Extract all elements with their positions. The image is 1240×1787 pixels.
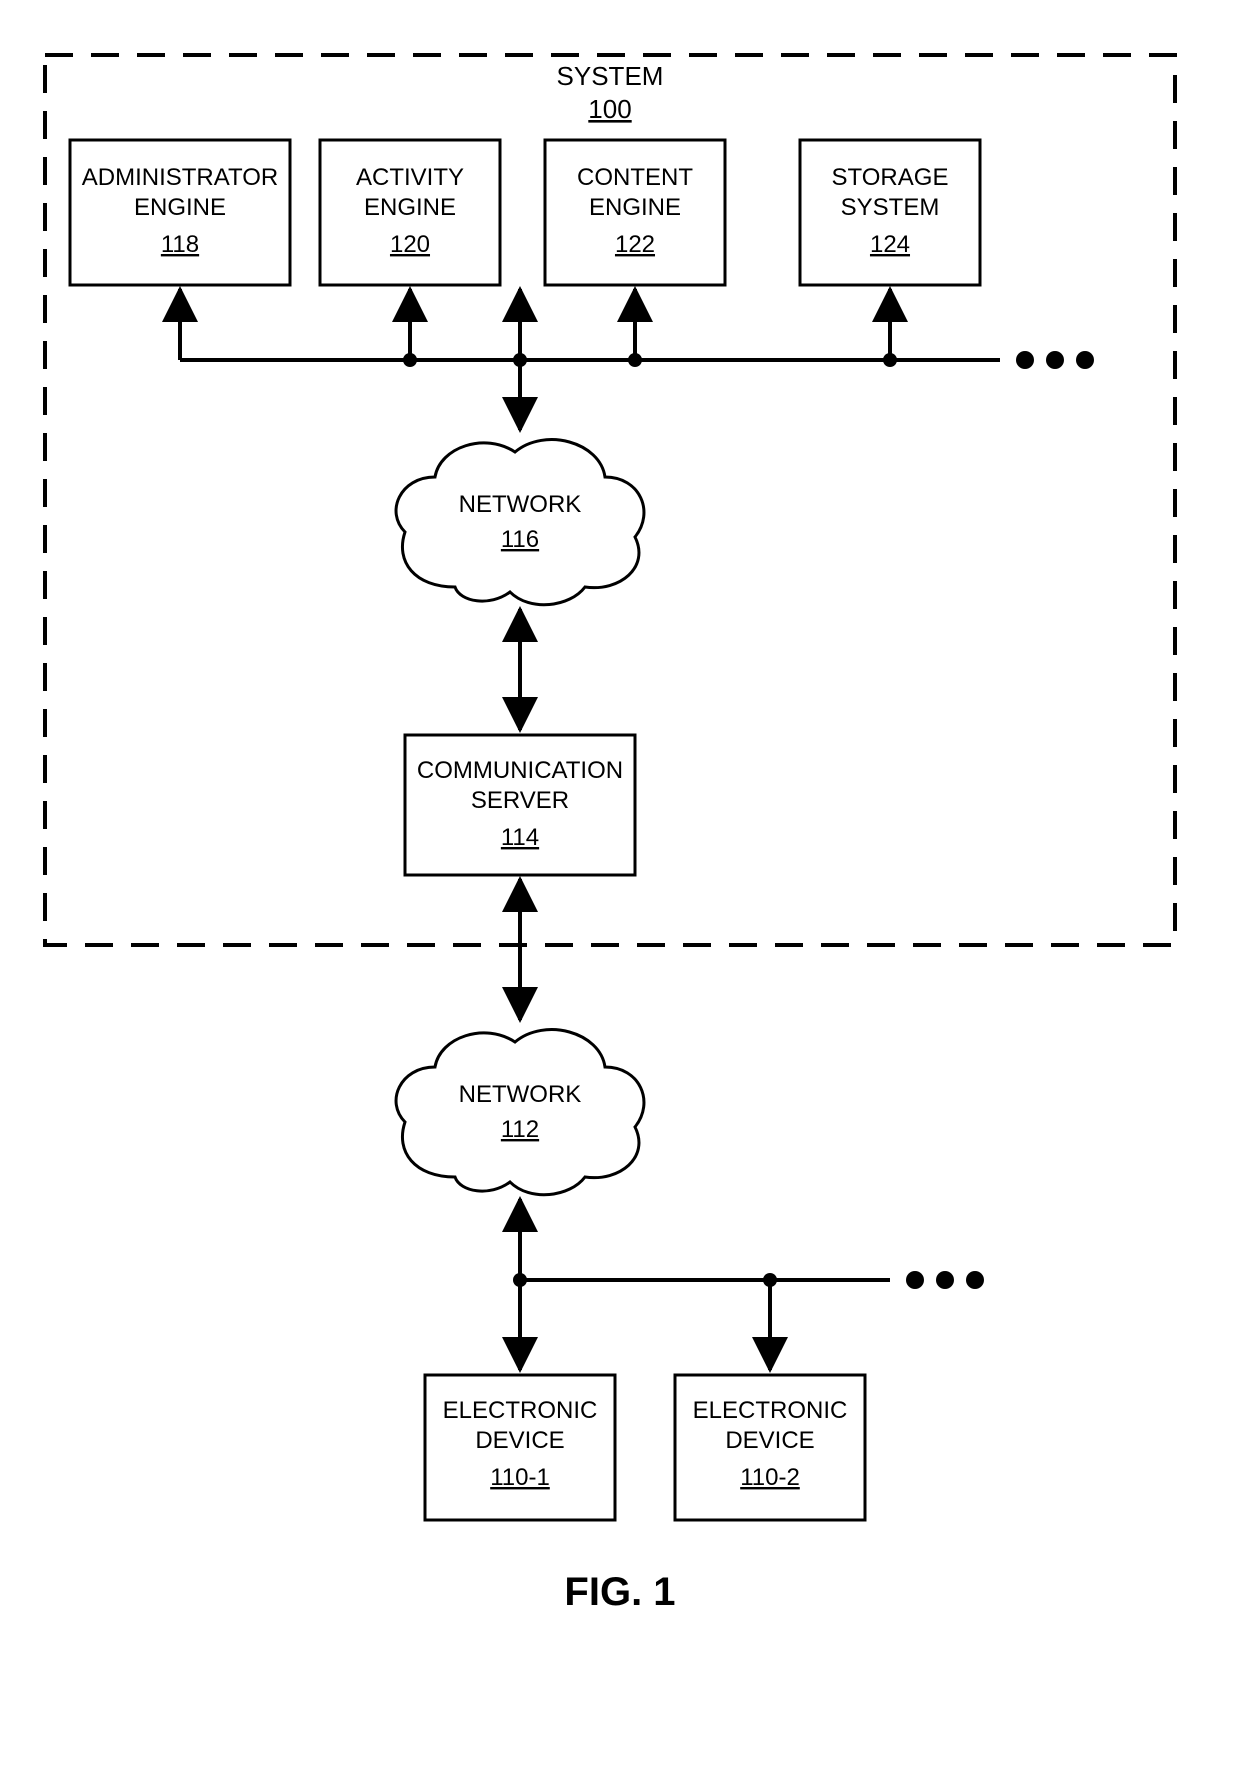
content-line1: CONTENT [577, 164, 693, 191]
dev1-line2: DEVICE [475, 1427, 564, 1454]
activity-ref: 120 [390, 231, 430, 258]
storage-line2: SYSTEM [841, 194, 940, 221]
admin-line2: ENGINE [134, 194, 226, 221]
activity-line2: ENGINE [364, 194, 456, 221]
top-bus-ellipsis-icon [1016, 351, 1094, 369]
dev2-line1: ELECTRONIC [693, 1397, 848, 1424]
net-top-title: NETWORK [459, 491, 582, 518]
comm-ref: 114 [501, 824, 539, 851]
electronic-device-1-box: ELECTRONIC DEVICE 110-1 [425, 1375, 615, 1520]
device-bus-ellipsis-icon [906, 1271, 984, 1289]
network-bottom-cloud: NETWORK 112 [396, 1030, 644, 1195]
content-line2: ENGINE [589, 194, 681, 221]
dev1-line1: ELECTRONIC [443, 1397, 598, 1424]
dev2-ref: 110-2 [740, 1464, 800, 1491]
dev1-ref: 110-1 [490, 1464, 550, 1491]
administrator-engine-box: ADMINISTRATOR ENGINE 118 [70, 140, 290, 285]
comm-line1: COMMUNICATION [417, 757, 623, 784]
comm-line2: SERVER [471, 787, 569, 814]
net-bottom-ref: 112 [501, 1116, 539, 1143]
content-engine-box: CONTENT ENGINE 122 [545, 140, 725, 285]
communication-server-box: COMMUNICATION SERVER 114 [405, 735, 635, 875]
storage-line1: STORAGE [832, 164, 949, 191]
system-ref: 100 [588, 94, 631, 124]
system-diagram: SYSTEM 100 ADMINISTRATOR ENGINE 118 ACTI… [0, 0, 1240, 1787]
net-bottom-title: NETWORK [459, 1081, 582, 1108]
network-top-cloud: NETWORK 116 [396, 440, 644, 605]
activity-line1: ACTIVITY [356, 164, 464, 191]
storage-ref: 124 [870, 231, 910, 258]
electronic-device-2-box: ELECTRONIC DEVICE 110-2 [675, 1375, 865, 1520]
net-top-ref: 116 [501, 526, 539, 553]
system-title: SYSTEM [557, 61, 664, 91]
dev2-line2: DEVICE [725, 1427, 814, 1454]
admin-ref: 118 [161, 231, 199, 258]
content-ref: 122 [615, 231, 655, 258]
storage-system-box: STORAGE SYSTEM 124 [800, 140, 980, 285]
admin-line1: ADMINISTRATOR [82, 164, 278, 191]
figure-label: FIG. 1 [564, 1570, 675, 1614]
activity-engine-box: ACTIVITY ENGINE 120 [320, 140, 500, 285]
